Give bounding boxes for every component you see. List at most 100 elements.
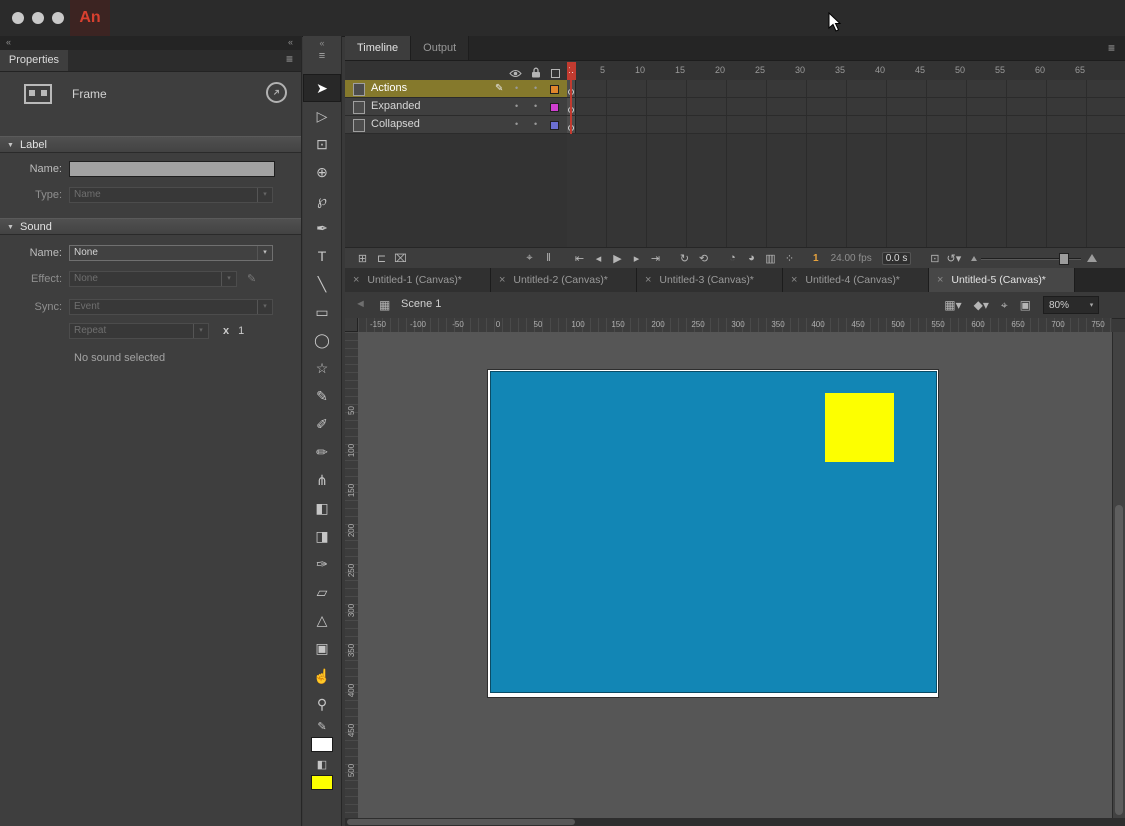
edit-multiple-frames-button[interactable]: ▥	[761, 252, 780, 265]
timeline-zoom-slider[interactable]	[981, 252, 1081, 264]
document-tab[interactable]: × Untitled-3 (Canvas)*	[637, 268, 783, 292]
timeline-layer-row[interactable]: Expanded ✎ • •	[345, 98, 1125, 116]
vertical-scrollbar-thumb[interactable]	[1115, 505, 1123, 815]
layer-visibility-dot[interactable]: •	[515, 116, 518, 133]
onion-skin-button[interactable]: ◔	[723, 252, 742, 265]
label-name-input[interactable]	[69, 161, 275, 177]
new-layer-button[interactable]: ⊞	[353, 252, 372, 265]
layer-name[interactable]: Actions	[371, 80, 407, 97]
stage-canvas[interactable]	[488, 370, 938, 697]
slider-thumb[interactable]	[1059, 253, 1069, 265]
document-tab[interactable]: × Untitled-5 (Canvas)*	[929, 268, 1075, 292]
layer-name-area[interactable]: Expanded ✎ • •	[345, 98, 567, 116]
reset-timeline-zoom-button[interactable]: ↺▾	[944, 252, 963, 265]
layer-lock-dot[interactable]: •	[534, 80, 537, 97]
close-tab-icon[interactable]: ×	[499, 274, 505, 286]
label-section-header[interactable]: ▼ Label	[0, 136, 301, 153]
line-tool[interactable]: ╲	[303, 270, 341, 298]
layer-lock-dot[interactable]: •	[534, 98, 537, 115]
document-tab[interactable]: × Untitled-1 (Canvas)*	[345, 268, 491, 292]
clip-content-button[interactable]: ▣	[1020, 298, 1031, 313]
hand-tool[interactable]: ☝	[303, 662, 341, 690]
timeline-layer-row[interactable]: Actions ✎ • •	[345, 80, 1125, 98]
pasteboard[interactable]	[358, 332, 1112, 818]
step-forward-button[interactable]: ▸	[627, 252, 646, 265]
go-to-last-frame-button[interactable]: ⇥	[646, 252, 665, 265]
layer-visibility-dot[interactable]: •	[515, 98, 518, 115]
sound-section-header[interactable]: ▼ Sound	[0, 218, 301, 235]
circular-arrow-icon[interactable]: ➔	[266, 82, 287, 103]
timeline-tab[interactable]: Output	[411, 36, 469, 60]
paint-bucket-tool[interactable]: ◧	[303, 494, 341, 522]
tab-properties[interactable]: Properties	[0, 50, 68, 71]
go-to-first-frame-button[interactable]: ⇤	[570, 252, 589, 265]
selection-tool[interactable]: ➤	[303, 74, 341, 102]
document-tab[interactable]: × Untitled-2 (Canvas)*	[491, 268, 637, 292]
sound-name-select[interactable]: None ▾	[69, 245, 273, 261]
fill-color-swatch[interactable]	[311, 775, 333, 790]
center-stage-button[interactable]: ⌖	[1001, 298, 1008, 313]
sound-sync-select[interactable]: Event ▾	[69, 299, 273, 315]
zoom-tool[interactable]: ⚲	[303, 690, 341, 718]
zoom-out-frames-icon[interactable]	[971, 256, 977, 261]
sound-repeat-select[interactable]: Repeat ▾	[69, 323, 209, 339]
modify-markers-button[interactable]: ⁘	[780, 252, 799, 265]
layer-name-area[interactable]: Actions ✎ • •	[345, 80, 567, 98]
pencil-tool[interactable]: ✎	[303, 382, 341, 410]
current-frame-value[interactable]: 1	[813, 253, 819, 264]
document-tab[interactable]: × Untitled-4 (Canvas)*	[783, 268, 929, 292]
close-tab-icon[interactable]: ×	[645, 274, 651, 286]
elapsed-time-value[interactable]: 0.0 s	[882, 252, 912, 265]
layer-outline-color-chip[interactable]	[550, 121, 559, 130]
tools-menu-icon[interactable]: ≡	[303, 50, 341, 62]
width-tool[interactable]: △	[303, 606, 341, 634]
panel-menu-icon[interactable]: ≡	[286, 52, 293, 66]
eyedropper-tool[interactable]: ✑	[303, 550, 341, 578]
delete-layer-button[interactable]: ⌧	[391, 252, 410, 265]
pause-button[interactable]: ‖	[539, 252, 558, 265]
stroke-color-swatch[interactable]	[311, 737, 333, 752]
play-button[interactable]: ▶	[608, 252, 627, 265]
minimize-window-button[interactable]	[32, 12, 44, 24]
vertical-scrollbar[interactable]	[1112, 332, 1125, 818]
section-collapse-icon[interactable]: ▼	[7, 219, 14, 236]
oval-tool[interactable]: ◯	[303, 326, 341, 354]
pen-tool[interactable]: ✒	[303, 214, 341, 242]
step-back-button[interactable]: ◂	[589, 252, 608, 265]
edit-symbols-button[interactable]: ◆▾	[974, 298, 989, 313]
layer-visibility-dot[interactable]: •	[515, 80, 518, 97]
timeline-menu-icon[interactable]: ≡	[1108, 41, 1115, 55]
layer-outline-color-chip[interactable]	[550, 103, 559, 112]
center-frame-button[interactable]: ⌖	[520, 252, 539, 265]
close-tab-icon[interactable]: ×	[937, 274, 943, 286]
frame-rate-value[interactable]: 24.00 fps	[831, 253, 872, 264]
layer-frames-track[interactable]	[567, 80, 1125, 98]
rectangle-tool[interactable]: ▭	[303, 298, 341, 326]
bone-tool[interactable]: ⋔	[303, 466, 341, 494]
sound-effect-select[interactable]: None ▾	[69, 271, 237, 287]
layer-lock-dot[interactable]: •	[534, 116, 537, 133]
repeat-count-value[interactable]: 1	[238, 325, 244, 337]
close-tab-icon[interactable]: ×	[791, 274, 797, 286]
new-folder-button[interactable]: ⊏	[372, 252, 391, 265]
3d-rotation-tool[interactable]: ⊕	[303, 158, 341, 186]
onion-anchor-button[interactable]: ⊡	[925, 252, 944, 265]
layer-frames-track[interactable]	[567, 116, 1125, 134]
close-tab-icon[interactable]: ×	[353, 274, 359, 286]
layer-name[interactable]: Expanded	[371, 98, 421, 115]
lasso-tool[interactable]: ℘	[303, 186, 341, 214]
collapse-panel-icon[interactable]: «	[6, 37, 11, 47]
camera-tool[interactable]: ▣	[303, 634, 341, 662]
horizontal-scrollbar-thumb[interactable]	[347, 819, 575, 825]
close-window-button[interactable]	[12, 12, 24, 24]
subselection-tool[interactable]: ▷	[303, 102, 341, 130]
label-type-select[interactable]: Name ▾	[69, 187, 273, 203]
yellow-rectangle[interactable]	[825, 393, 894, 462]
collapse-tools-icon[interactable]: «	[303, 38, 341, 48]
section-collapse-icon[interactable]: ▼	[7, 137, 14, 154]
text-tool[interactable]: T	[303, 242, 341, 270]
stage-zoom-select[interactable]: 80% ▾	[1043, 296, 1099, 314]
timeline-empty-frames-area[interactable]	[567, 134, 1125, 248]
layer-name-area[interactable]: Collapsed ✎ • •	[345, 116, 567, 134]
loop-button[interactable]: ↻	[675, 252, 694, 265]
